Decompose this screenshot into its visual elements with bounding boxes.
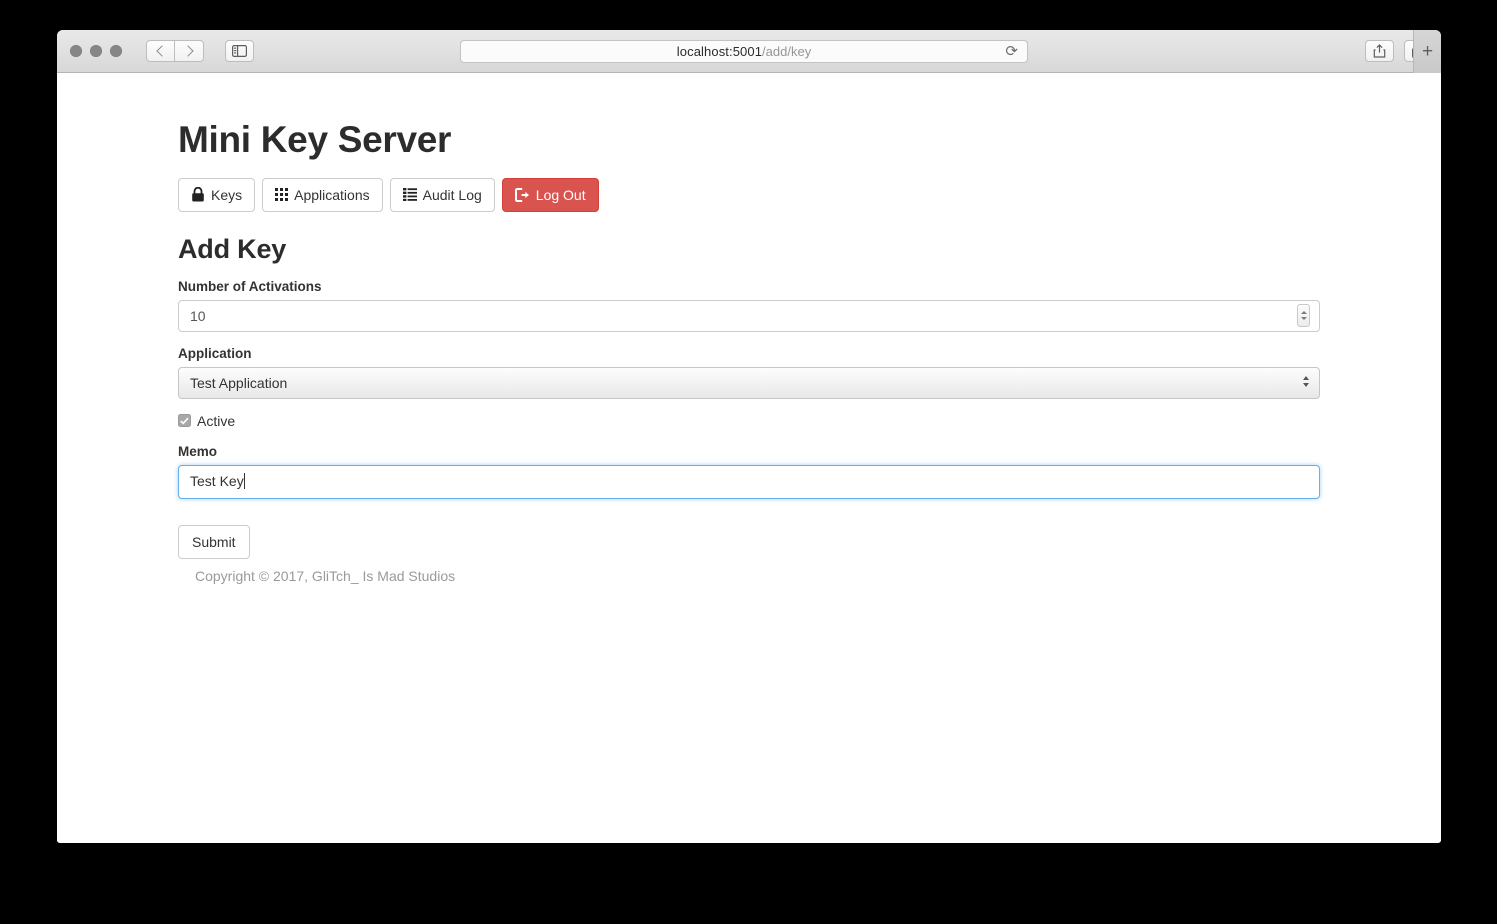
share-icon bbox=[1373, 44, 1386, 58]
forward-chevron-icon bbox=[181, 45, 194, 57]
application-select[interactable]: Test Application bbox=[178, 366, 1320, 399]
nav-label-audit-log: Audit Log bbox=[422, 186, 482, 203]
nav-label-applications: Applications bbox=[294, 186, 370, 203]
back-chevron-icon bbox=[156, 45, 168, 57]
list-icon bbox=[402, 188, 417, 202]
activations-input-wrapper bbox=[178, 299, 1320, 332]
memo-input[interactable] bbox=[178, 464, 1320, 499]
application-select-value: Test Application bbox=[190, 374, 288, 391]
footer-copyright: Copyright © 2017, GliTch_ Is Mad Studios bbox=[195, 567, 456, 584]
label-activations: Number of Activations bbox=[178, 278, 322, 294]
label-application: Application bbox=[178, 345, 252, 361]
minimize-window-button[interactable] bbox=[90, 45, 102, 57]
label-memo: Memo bbox=[178, 443, 218, 459]
page-title: Mini Key Server bbox=[178, 119, 452, 160]
select-chevrons-icon[interactable] bbox=[1303, 375, 1309, 387]
close-window-button[interactable] bbox=[70, 45, 82, 57]
lock-icon bbox=[192, 187, 204, 202]
new-tab-button[interactable]: + bbox=[1413, 30, 1441, 73]
nav-button-log-out[interactable]: Log Out bbox=[501, 177, 599, 212]
page-container: Mini Key Server Keys Applications Audit … bbox=[57, 73, 1441, 584]
memo-input-wrapper: Test Key bbox=[178, 464, 1320, 499]
activations-input[interactable] bbox=[178, 299, 1320, 332]
url-path: /add/key bbox=[762, 44, 812, 59]
navigation-buttons bbox=[146, 40, 204, 62]
nav-label-keys: Keys bbox=[211, 186, 243, 203]
field-activations: Number of Activations bbox=[178, 279, 1320, 332]
browser-window: localhost:5001/add/key ⟳ + Mini Key Serv… bbox=[57, 30, 1441, 843]
address-bar[interactable]: localhost:5001/add/key ⟳ bbox=[460, 40, 1028, 63]
field-active[interactable]: Active bbox=[178, 413, 1320, 429]
chevron-down-icon bbox=[1303, 382, 1309, 387]
browser-right-controls: + bbox=[1365, 30, 1441, 73]
reload-icon[interactable]: ⟳ bbox=[1005, 44, 1018, 60]
active-checkbox[interactable] bbox=[178, 414, 191, 428]
chevron-up-icon bbox=[1303, 375, 1309, 380]
main-nav: Keys Applications Audit Log Log Out bbox=[178, 177, 1320, 212]
sidebar-toggle-button[interactable] bbox=[225, 40, 254, 62]
sign-out-icon bbox=[514, 187, 529, 202]
activations-stepper[interactable] bbox=[1297, 303, 1310, 327]
active-checkbox-label: Active bbox=[197, 412, 236, 429]
sidebar-toggle-icon bbox=[232, 45, 247, 57]
submit-button[interactable]: Submit bbox=[178, 524, 250, 559]
grid-icon bbox=[275, 188, 289, 202]
back-button[interactable] bbox=[146, 40, 175, 62]
stepper-up-icon[interactable] bbox=[1300, 310, 1307, 314]
url-host: localhost:5001 bbox=[676, 44, 763, 59]
field-application: Application Test Application bbox=[178, 346, 1320, 399]
checkmark-icon bbox=[180, 417, 189, 425]
sidebar-button-group bbox=[225, 40, 254, 62]
form-heading: Add Key bbox=[178, 233, 287, 264]
traffic-lights bbox=[70, 45, 122, 57]
nav-button-applications[interactable]: Applications bbox=[262, 177, 383, 212]
nav-button-keys[interactable]: Keys bbox=[178, 177, 256, 212]
nav-button-audit-log[interactable]: Audit Log bbox=[389, 177, 495, 212]
application-select-wrapper: Test Application bbox=[178, 366, 1320, 399]
stepper-down-icon[interactable] bbox=[1300, 316, 1307, 320]
page-viewport: Mini Key Server Keys Applications Audit … bbox=[57, 73, 1441, 842]
browser-titlebar: localhost:5001/add/key ⟳ + bbox=[57, 30, 1441, 73]
maximize-window-button[interactable] bbox=[110, 45, 122, 57]
share-button[interactable] bbox=[1365, 40, 1394, 62]
field-memo: Memo Test Key bbox=[178, 444, 1320, 499]
forward-button[interactable] bbox=[175, 40, 204, 62]
nav-label-log-out: Log Out bbox=[535, 186, 586, 203]
